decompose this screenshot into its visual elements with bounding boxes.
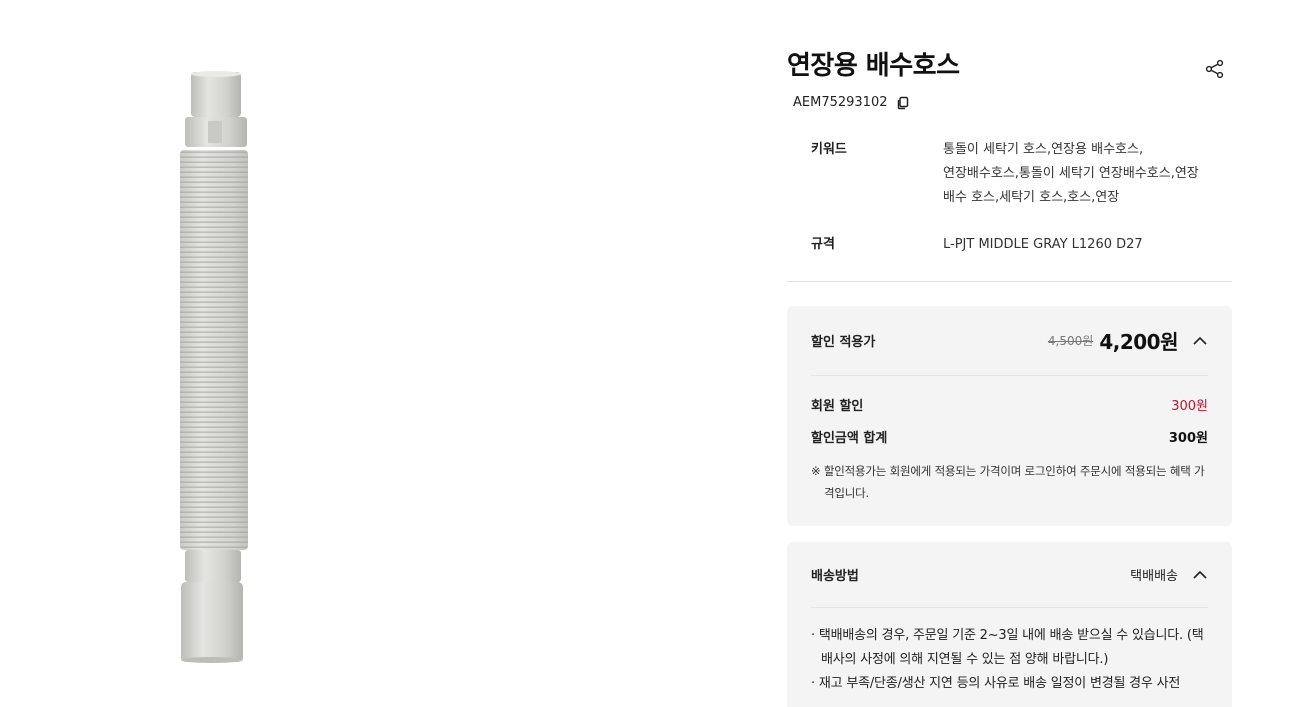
shipping-method-value: 택배배송 — [1130, 569, 1178, 584]
discount-price-label: 할인 적용가 — [811, 335, 876, 350]
copy-code-button[interactable] — [896, 95, 910, 110]
spec-row-size: 규격 L-PJT MIDDLE GRAY L1260 D27 — [811, 233, 1208, 257]
product-title: 연장용 배수호스 — [787, 51, 960, 81]
keyword-label: 키워드 — [811, 142, 847, 157]
product-code: AEM75293102 — [793, 94, 888, 110]
keyword-value: 통돌이 세탁기 호스,연장용 배수호스,연장배수호스,통돌이 세탁기 연장배수호… — [943, 142, 1199, 205]
divider — [787, 281, 1232, 282]
shipping-info-line: · 재고 부족/단종/생산 지연 등의 사유로 배송 일정이 변경될 경우 사전 — [811, 676, 1181, 691]
share-button[interactable] — [1204, 58, 1226, 80]
product-code-row: AEM75293102 — [787, 92, 1232, 112]
chevron-up-icon — [1193, 336, 1207, 345]
spec-table: 키워드 통돌이 세탁기 호스,연장용 배수호스,연장배수호스,통돌이 세탁기 연… — [787, 138, 1232, 257]
original-price: 4,500원 — [1047, 334, 1094, 348]
chevron-up-icon — [1193, 570, 1207, 579]
shipping-toggle-button[interactable] — [1192, 567, 1208, 583]
share-icon — [1205, 59, 1224, 79]
price-header[interactable]: 할인 적용가 4,500원 4,200원 — [811, 306, 1208, 376]
member-discount-label: 회원 할인 — [811, 398, 864, 414]
discount-total-row: 할인금액 합계 300원 — [811, 426, 1208, 446]
sale-price: 4,200원 — [1099, 330, 1178, 354]
price-panel: 할인 적용가 4,500원 4,200원 회원 할인 300원 할인금액 합계 … — [787, 306, 1232, 526]
title-row: 연장용 배수호스 — [787, 46, 1232, 86]
member-discount-row: 회원 할인 300원 — [811, 394, 1208, 414]
shipping-panel: 배송방법 택배배송 · 택배배송의 경우, 주문일 기준 2~3일 내에 배송 … — [787, 542, 1232, 707]
discount-total-label: 할인금액 합계 — [811, 430, 888, 446]
size-label: 규격 — [811, 237, 835, 252]
discount-total-value: 300원 — [1168, 430, 1208, 446]
shipping-method-label: 배송방법 — [811, 569, 859, 584]
member-discount-value: 300원 — [1171, 398, 1208, 414]
drain-hose-image — [180, 71, 248, 663]
product-image — [170, 68, 260, 668]
spec-row-keyword: 키워드 통돌이 세탁기 호스,연장용 배수호스,연장배수호스,통돌이 세탁기 연… — [811, 138, 1208, 210]
discount-notice: ※ 할인적용가는 회원에게 적용되는 가격이며 로그인하여 주문시에 적용되는 … — [811, 464, 1205, 500]
price-toggle-button[interactable] — [1192, 333, 1208, 349]
product-info-panel: 연장용 배수호스 AEM75293102 키워드 통돌이 세탁기 호스,연장용 … — [787, 46, 1232, 707]
shipping-info: · 택배배송의 경우, 주문일 기준 2~3일 내에 배송 받으실 수 있습니다… — [811, 624, 1208, 696]
size-value: L-PJT MIDDLE GRAY L1260 D27 — [943, 237, 1143, 252]
shipping-info-line: · 택배배송의 경우, 주문일 기준 2~3일 내에 배송 받으실 수 있습니다… — [811, 628, 1204, 667]
copy-icon — [897, 96, 908, 110]
shipping-header[interactable]: 배송방법 택배배송 — [811, 542, 1208, 608]
